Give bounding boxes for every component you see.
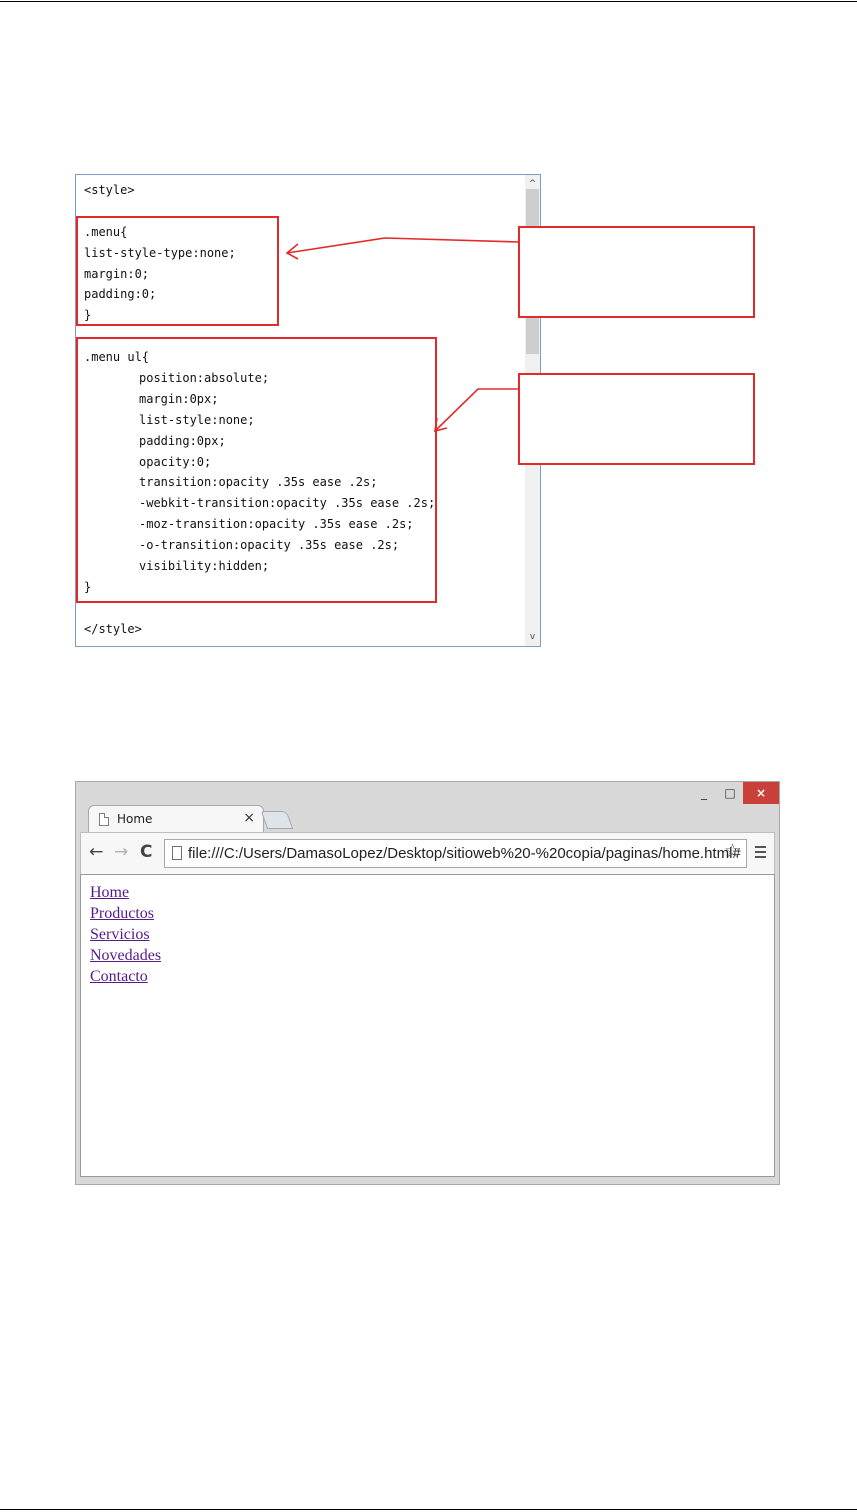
- page-viewport: Home Productos Servicios Novedades Conta…: [80, 874, 775, 1177]
- code-line: </style>: [84, 621, 142, 636]
- address-url[interactable]: file:///C:/Users/DamasoLopez/Desktop/sit…: [188, 845, 741, 862]
- list-item: Contacto: [90, 965, 161, 986]
- list-item: Home: [90, 881, 161, 902]
- minimize-button[interactable]: _: [691, 782, 717, 804]
- page-top-rule: [0, 1, 857, 2]
- close-window-button[interactable]: ×: [743, 782, 779, 804]
- link-servicios[interactable]: Servicios: [90, 926, 150, 943]
- page-icon: [172, 846, 182, 860]
- browser-window: _ □ × Home × ← → C file:///C:/Users/Dama…: [75, 781, 780, 1185]
- highlight-box-menu-rule: [76, 216, 279, 326]
- code-line: <style>: [84, 183, 135, 197]
- highlight-box-menu-ul-rule: [76, 337, 437, 603]
- address-bar[interactable]: file:///C:/Users/DamasoLopez/Desktop/sit…: [164, 839, 747, 868]
- tab-home[interactable]: Home ×: [88, 805, 264, 833]
- new-tab-button[interactable]: [260, 811, 294, 829]
- menu-link-list: Home Productos Servicios Novedades Conta…: [90, 881, 161, 986]
- list-item: Novedades: [90, 944, 161, 965]
- link-productos[interactable]: Productos: [90, 905, 154, 922]
- list-item: Servicios: [90, 923, 161, 944]
- link-home[interactable]: Home: [90, 884, 129, 901]
- scroll-down-icon[interactable]: v: [525, 630, 540, 644]
- forward-arrow-icon[interactable]: →: [114, 842, 128, 862]
- link-novedades[interactable]: Novedades: [90, 947, 161, 964]
- page-bottom-rule: [0, 1509, 857, 1510]
- maximize-button[interactable]: □: [717, 782, 743, 804]
- bookmark-star-icon[interactable]: ☆: [724, 841, 741, 861]
- browser-toolbar: ← → C file:///C:/Users/DamasoLopez/Deskt…: [80, 832, 775, 874]
- document-icon: [99, 813, 109, 826]
- menu-icon[interactable]: [755, 846, 766, 861]
- reload-icon[interactable]: C: [140, 842, 152, 862]
- list-item: Productos: [90, 902, 161, 923]
- callout-box-2: [518, 373, 755, 465]
- back-arrow-icon[interactable]: ←: [89, 842, 103, 862]
- callout-box-1: [518, 226, 755, 318]
- tab-title: Home: [117, 812, 153, 826]
- link-contacto[interactable]: Contacto: [90, 968, 148, 985]
- tab-close-icon[interactable]: ×: [243, 810, 255, 826]
